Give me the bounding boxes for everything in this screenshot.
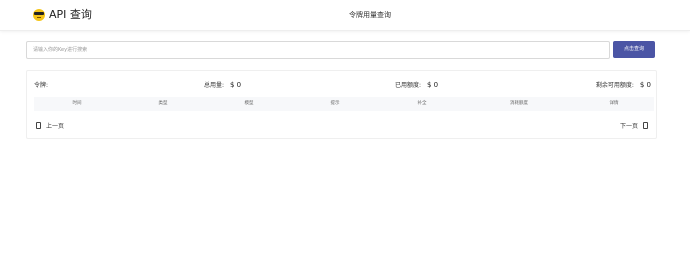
prev-page-label: 上一页 [46,123,65,130]
total-usage-value: $ 0 [229,81,242,89]
used-quota-value: $ 0 [426,81,439,89]
remaining-quota-value: $ 0 [639,81,651,89]
query-button[interactable]: 点击查询 [613,41,655,58]
table-header: 时间 类型 模型 提示 补全 消耗额度 详情 [34,97,654,111]
usage-card: 令牌: 总用量: $ 0 已用额度: $ 0 剩余可用额度: $ 0 时间 类型… [26,70,657,139]
total-usage-stat: 总用量: $ 0 [204,80,241,91]
page-prev-icon [36,122,41,129]
token-label: 令牌: [34,82,49,89]
page-title: 令牌用量查询 [349,11,391,19]
column-header-cost: 消耗额度 [510,101,528,106]
used-quota-label: 已用额度: [395,82,422,89]
used-quota-stat: 已用额度: $ 0 [395,80,438,91]
column-header-model: 模型 [244,101,254,106]
token-stat: 令牌: [34,80,52,91]
column-header-prompt: 提示 [330,101,340,106]
remaining-quota-label: 剩余可用额度: [595,82,634,89]
column-header-time: 时间 [72,101,82,106]
column-header-completion: 补全 [417,101,427,106]
total-usage-label: 总用量: [204,82,225,89]
column-header-type: 类型 [158,101,168,106]
remaining-quota-stat: 剩余可用额度: $ 0 [596,80,651,91]
prev-page-button[interactable]: 上一页 [36,122,64,132]
column-header-details: 详情 [609,101,619,106]
next-page-button[interactable]: 下一页 [620,122,648,132]
page-next-icon [643,122,648,129]
key-search-input[interactable] [26,41,610,59]
next-page-label: 下一页 [619,123,638,130]
top-navbar: API 查询 令牌用量查询 [0,0,690,31]
